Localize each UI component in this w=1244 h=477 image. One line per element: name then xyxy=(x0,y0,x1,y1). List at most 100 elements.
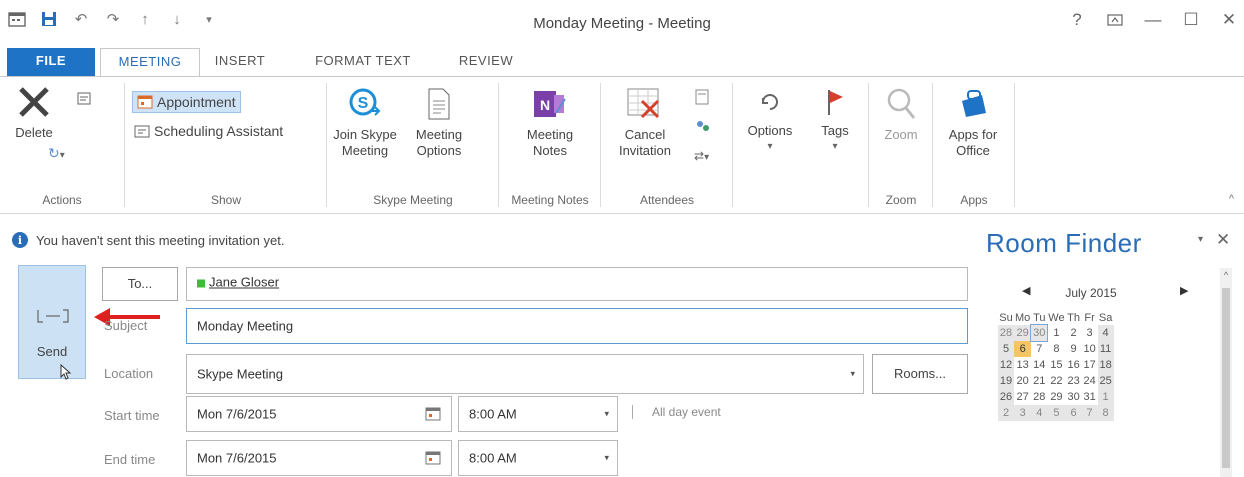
calendar-day[interactable]: 28 xyxy=(1031,389,1047,405)
office-store-icon xyxy=(962,90,986,117)
meeting-notes-button[interactable]: N Meeting Notes xyxy=(512,87,588,159)
calendar-day[interactable]: 28 xyxy=(998,325,1014,341)
calendar-day[interactable]: 19 xyxy=(998,373,1014,389)
calendar-day[interactable]: 7 xyxy=(1081,405,1098,421)
end-date-input[interactable]: Mon 7/6/2015 xyxy=(186,440,452,476)
calendar-day[interactable]: 29 xyxy=(1014,325,1032,341)
scroll-up-icon[interactable]: ^ xyxy=(1220,270,1232,280)
tab-review[interactable]: REVIEW xyxy=(446,48,526,76)
end-time-dropdown-icon[interactable]: ▾ xyxy=(604,453,609,464)
forward-icon[interactable]: ↻▾ xyxy=(48,145,65,162)
calendar-day[interactable]: 16 xyxy=(1066,357,1082,373)
response-options-icon[interactable]: ⇄▾ xyxy=(694,149,709,163)
location-input[interactable]: Skype Meeting ▾ xyxy=(186,354,864,394)
all-day-event[interactable]: All day event xyxy=(632,405,721,419)
recipient-jane-gloser[interactable]: Jane Gloser xyxy=(209,275,279,290)
cancel-invitation-button[interactable]: Cancel Invitation xyxy=(608,87,682,159)
rooms-button[interactable]: Rooms... xyxy=(872,354,968,394)
calendar-day[interactable]: 6 xyxy=(1065,405,1082,421)
start-time-dropdown-icon[interactable]: ▾ xyxy=(604,409,609,420)
location-dropdown-icon[interactable]: ▾ xyxy=(850,369,855,380)
calendar-day[interactable]: 29 xyxy=(1047,389,1065,405)
calendar-day[interactable]: 17 xyxy=(1082,357,1098,373)
options-button[interactable]: Options ▾ xyxy=(738,87,802,155)
group-label-attendees: Attendees xyxy=(639,193,695,207)
calendar-icon[interactable] xyxy=(425,451,441,465)
calendar-day[interactable]: 5 xyxy=(1047,405,1066,421)
calendar-day[interactable]: 1 xyxy=(1047,325,1065,341)
calendar-day[interactable]: 3 xyxy=(1014,405,1032,421)
tab-insert[interactable]: INSERT xyxy=(205,48,275,76)
tab-format-text[interactable]: FORMAT TEXT xyxy=(298,48,428,76)
presence-indicator xyxy=(197,279,205,288)
calendar-day[interactable]: 11 xyxy=(1097,341,1114,357)
all-day-checkbox[interactable] xyxy=(632,405,644,419)
calendar-day[interactable]: 8 xyxy=(1097,405,1114,421)
calendar-day[interactable]: 20 xyxy=(1014,373,1031,389)
next-month-icon[interactable]: ▶ xyxy=(1180,284,1188,297)
calendar-day[interactable]: 14 xyxy=(1031,357,1047,373)
send-envelope-icon xyxy=(37,309,69,323)
address-book-icon[interactable] xyxy=(694,89,710,108)
calendar-day[interactable]: 10 xyxy=(1082,341,1098,357)
meeting-options-button[interactable]: Meeting Options xyxy=(404,87,474,159)
tab-meeting[interactable]: MEETING xyxy=(100,48,200,77)
calendar-day[interactable]: 7 xyxy=(1031,341,1047,357)
tab-file[interactable]: FILE xyxy=(7,48,95,76)
room-finder-scrollbar[interactable]: ^ xyxy=(1220,268,1232,477)
to-field[interactable]: Jane Gloser xyxy=(186,267,968,301)
zoom-button[interactable]: Zoom xyxy=(874,87,928,143)
calendar-day[interactable]: 9 xyxy=(1066,341,1082,357)
calendar-day[interactable]: 6 xyxy=(1014,341,1032,357)
calendar-day[interactable]: 25 xyxy=(1097,373,1114,389)
ribbon-display-options-icon[interactable] xyxy=(1106,10,1124,30)
send-button[interactable]: Send xyxy=(18,265,86,380)
calendar-day[interactable]: 3 xyxy=(1082,325,1098,341)
minimize-button[interactable]: — xyxy=(1144,10,1162,30)
end-time-input[interactable]: 8:00 AM ▾ xyxy=(458,440,618,476)
start-date-input[interactable]: Mon 7/6/2015 xyxy=(186,396,452,432)
calendar-day[interactable]: 4 xyxy=(1097,325,1114,341)
calendar-day[interactable]: 31 xyxy=(1082,389,1098,405)
check-names-icon[interactable] xyxy=(694,119,712,138)
calendar-day[interactable]: 24 xyxy=(1082,373,1098,389)
calendar-day[interactable]: 22 xyxy=(1047,373,1065,389)
close-button[interactable]: ✕ xyxy=(1220,10,1238,30)
to-button[interactable]: To... xyxy=(102,267,178,301)
subject-input[interactable]: Monday Meeting xyxy=(186,308,968,344)
calendar-day[interactable]: 4 xyxy=(1031,405,1048,421)
delete-button[interactable]: Delete xyxy=(4,85,64,141)
calendar-day[interactable]: 27 xyxy=(1014,389,1031,405)
tags-button[interactable]: Tags ▾ xyxy=(810,87,860,155)
calendar-day[interactable]: 2 xyxy=(998,405,1014,421)
calendar-day[interactable]: 15 xyxy=(1047,357,1065,373)
pane-options-icon[interactable]: ▾ xyxy=(1198,234,1203,245)
appointment-button[interactable]: Appointment xyxy=(132,91,241,113)
calendar-day[interactable]: 5 xyxy=(998,341,1014,357)
calendar-day[interactable]: 23 xyxy=(1066,373,1082,389)
room-finder-close-icon[interactable]: ✕ xyxy=(1216,230,1230,250)
calendar-day[interactable]: 18 xyxy=(1097,357,1114,373)
calendar-day[interactable]: 21 xyxy=(1031,373,1047,389)
collapse-ribbon-icon[interactable]: ^ xyxy=(1229,193,1234,205)
maximize-button[interactable]: ☐ xyxy=(1182,10,1200,30)
calendar-day[interactable]: 30 xyxy=(1030,324,1049,342)
calendar-day[interactable]: 13 xyxy=(1014,357,1031,373)
location-label: Location xyxy=(104,366,154,381)
calendar-day[interactable]: 12 xyxy=(998,357,1014,373)
calendar-day[interactable]: 26 xyxy=(998,389,1014,405)
start-time-input[interactable]: 8:00 AM ▾ xyxy=(458,396,618,432)
prev-month-icon[interactable]: ◀ xyxy=(1022,284,1030,297)
help-button[interactable]: ? xyxy=(1068,10,1086,30)
svg-text:S: S xyxy=(358,95,369,112)
ignore-icon[interactable] xyxy=(76,91,94,110)
calendar-day[interactable]: 1 xyxy=(1097,389,1114,405)
apps-for-office-button[interactable]: Apps for Office xyxy=(938,87,1008,159)
scrollbar-thumb[interactable] xyxy=(1222,288,1230,468)
scheduling-assistant-button[interactable]: Scheduling Assistant xyxy=(134,123,283,139)
calendar-day[interactable]: 2 xyxy=(1066,325,1082,341)
calendar-day[interactable]: 8 xyxy=(1047,341,1065,357)
calendar-day[interactable]: 30 xyxy=(1066,389,1082,405)
calendar-icon[interactable] xyxy=(425,407,441,421)
join-skype-meeting-button[interactable]: S Join Skype Meeting xyxy=(330,87,400,159)
